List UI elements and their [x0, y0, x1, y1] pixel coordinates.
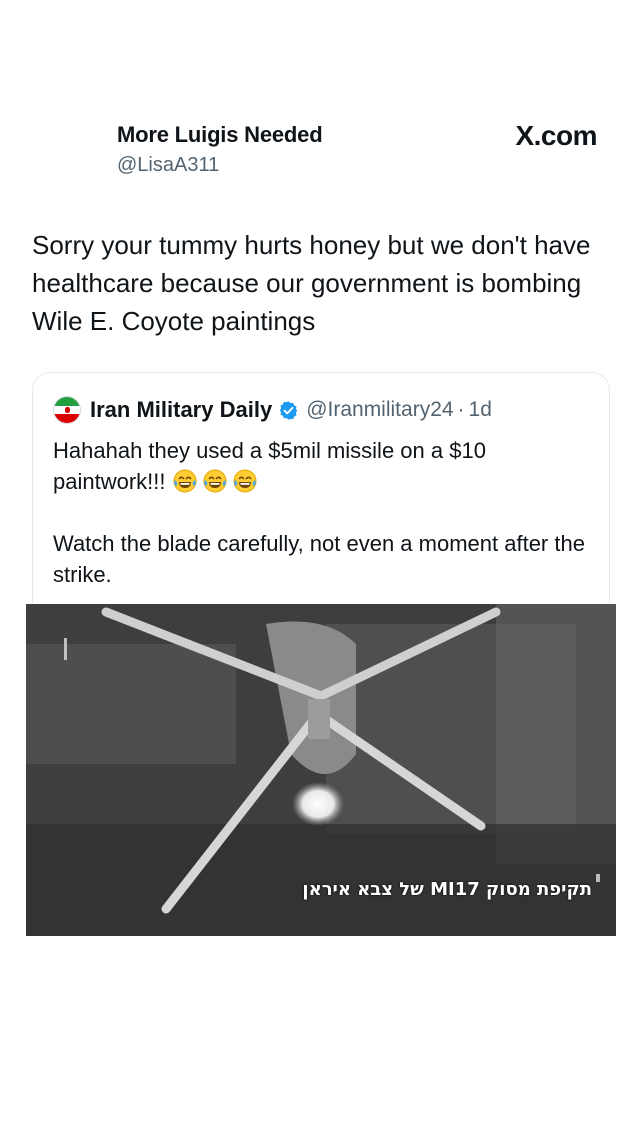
quoted-paragraph-1-text: Hahahah they used a $5mil missile on a $… [53, 438, 486, 494]
quoted-tweet-text: Hahahah they used a $5mil missile on a $… [53, 435, 593, 590]
tweet-header: More Luigis Needed @LisaA311 X.com [117, 118, 597, 188]
verified-badge-icon [279, 400, 298, 420]
quoted-paragraph-1: Hahahah they used a $5mil missile on a $… [53, 435, 593, 497]
face-with-tears-of-joy-icon [203, 469, 227, 493]
quoted-author-handle[interactable]: @Iranmilitary24 [306, 398, 453, 422]
video-caption: תקיפת מסוק MI17 של צבא איראן [302, 879, 592, 900]
tweet-text: Sorry your tummy hurts honey but we don'… [32, 230, 591, 336]
quoted-author-name[interactable]: Iran Military Daily [90, 397, 272, 423]
quoted-tweet-card[interactable]: Iran Military Daily @Iranmilitary24 · 1d… [32, 372, 610, 603]
video-player[interactable]: תקיפת מסוק MI17 של צבא איראן [26, 604, 616, 936]
brand-watermark: X.com [515, 120, 597, 151]
face-with-tears-of-joy-icon [173, 469, 197, 493]
face-with-tears-of-joy-icon [233, 469, 257, 493]
author-display-name[interactable]: More Luigis Needed [117, 122, 323, 148]
author-handle[interactable]: @LisaA311 [117, 154, 219, 177]
iran-flag-avatar[interactable] [53, 396, 81, 424]
dot-separator: · [457, 398, 465, 421]
emoji-row [172, 469, 262, 494]
quoted-timestamp[interactable]: 1d [469, 398, 492, 422]
quoted-tweet-header: Iran Military Daily @Iranmilitary24 · 1d [53, 395, 492, 425]
quoted-paragraph-2: Watch the blade carefully, not even a mo… [53, 531, 585, 587]
